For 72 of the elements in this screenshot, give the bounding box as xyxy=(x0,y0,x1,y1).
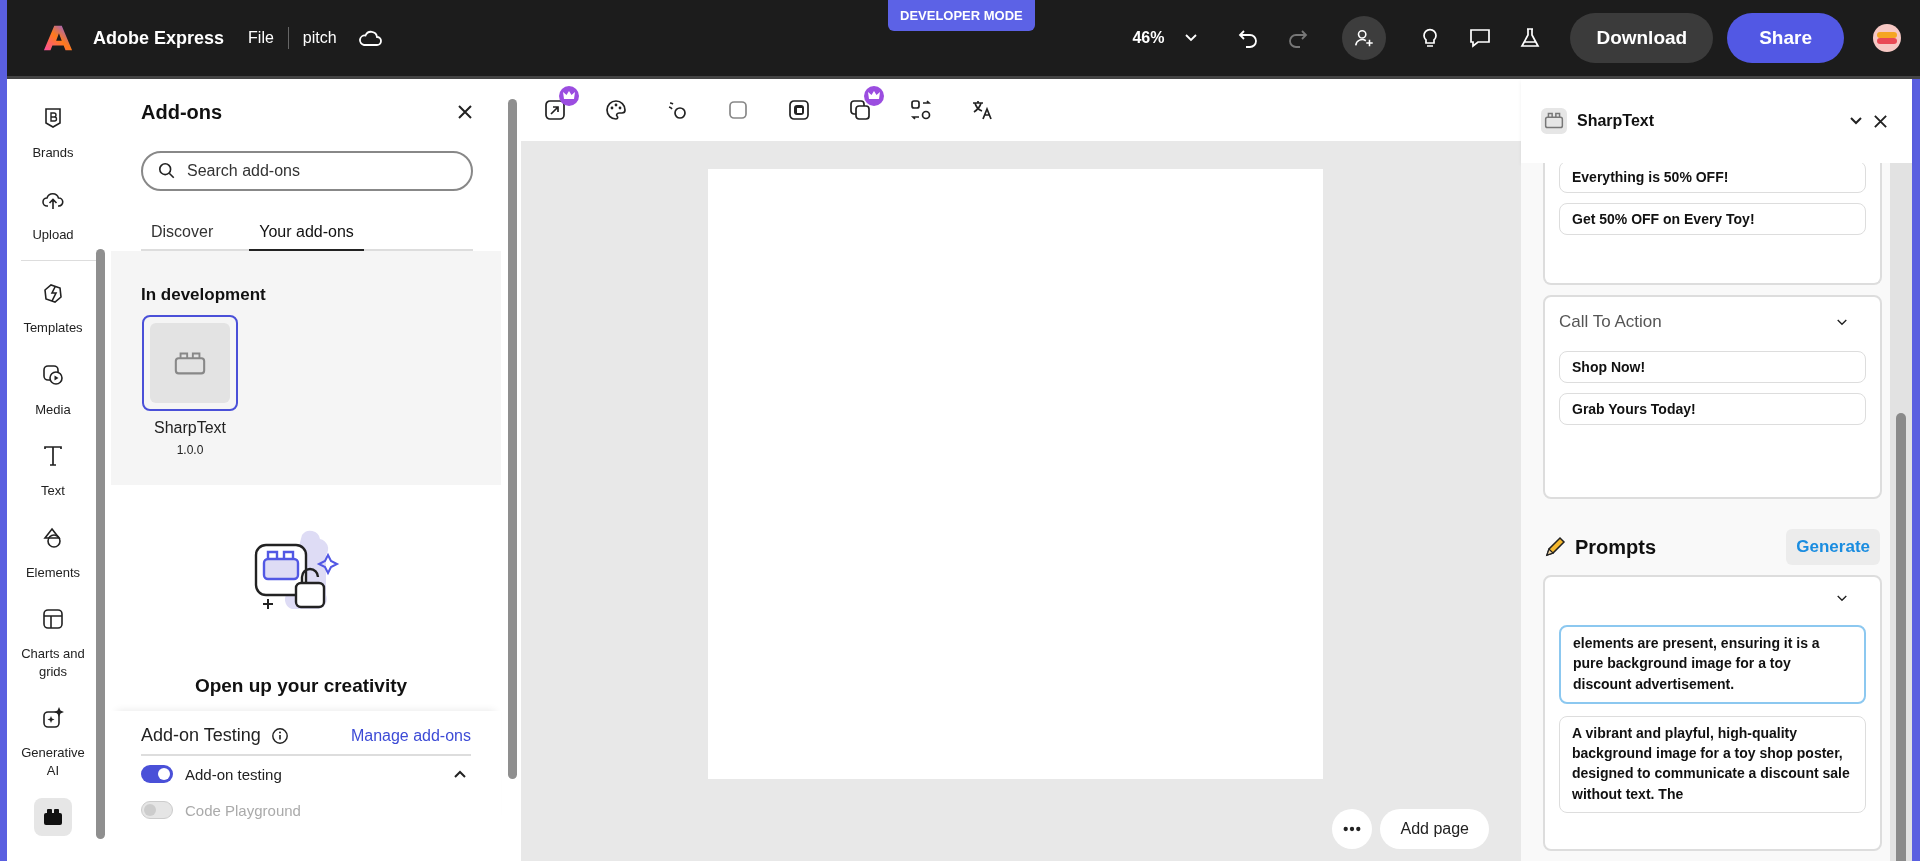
rail-item[interactable]: Templates xyxy=(13,274,93,337)
add-page-button[interactable]: Add page xyxy=(1380,809,1489,849)
palette-icon[interactable] xyxy=(604,98,628,122)
file-menu[interactable]: File xyxy=(248,29,274,47)
suggestion-option[interactable]: Get 50% OFF on Every Toy! xyxy=(1559,203,1866,235)
translate-icon[interactable] xyxy=(970,98,994,122)
add-person-icon xyxy=(1353,27,1376,49)
chevron-up-icon[interactable] xyxy=(453,769,467,779)
section-heading: In development xyxy=(141,285,267,305)
promo-heading: Open up your creativity xyxy=(194,675,408,697)
toggle-switch[interactable] xyxy=(141,765,173,783)
close-icon[interactable] xyxy=(457,104,473,120)
square-icon[interactable] xyxy=(726,98,750,122)
prompt-text-area[interactable]: A vibrant and playful, high-quality background image for a toy shop poster, designed to communicate a discount sale without text. The xyxy=(1559,715,1866,814)
crown-badge-icon xyxy=(559,86,579,106)
zoom-dropdown[interactable]: 46% xyxy=(1132,29,1165,47)
swap-icon[interactable] xyxy=(909,98,933,122)
addon-name: SharpText xyxy=(153,419,226,437)
suggestion-option[interactable]: Shop Now! xyxy=(1559,351,1866,383)
rail-item[interactable]: Elements xyxy=(13,518,93,582)
testing-heading: Add-on Testing xyxy=(141,725,261,746)
text-icon xyxy=(41,444,65,469)
comment-icon[interactable] xyxy=(1468,26,1493,50)
chevron-down-icon[interactable] xyxy=(1849,116,1863,126)
search-field[interactable]: Search add-ons xyxy=(141,151,473,191)
toggle-label: Add-on testing xyxy=(185,765,282,783)
toggle-label: Code Playground xyxy=(185,801,301,819)
sparkle-icon xyxy=(41,706,65,731)
app-name: Adobe Express xyxy=(93,27,225,49)
group-title: Call To Action xyxy=(1559,312,1662,332)
chevron-down-icon[interactable] xyxy=(1836,593,1848,603)
grid-layout-icon xyxy=(41,607,65,632)
addon-tile[interactable] xyxy=(142,315,238,411)
panel-title: Add-ons xyxy=(141,100,223,124)
invite-button[interactable] xyxy=(1342,16,1387,60)
cloud-icon[interactable] xyxy=(356,28,383,48)
rail-item[interactable]: Upload xyxy=(13,180,93,244)
document-name[interactable]: pitch xyxy=(302,29,337,47)
scrollbar[interactable] xyxy=(96,249,105,839)
rail-item[interactable]: Brands xyxy=(13,99,93,162)
mask-icon[interactable] xyxy=(787,98,811,122)
scrollbar[interactable] xyxy=(508,99,517,779)
addon-version: 1.0.0 xyxy=(176,443,204,457)
chevron-down-icon[interactable] xyxy=(1836,317,1848,327)
rail-item[interactable]: Text xyxy=(13,437,93,500)
search-icon xyxy=(158,162,176,180)
avatar-icon[interactable] xyxy=(1872,23,1902,53)
tab[interactable]: Discover xyxy=(141,217,224,251)
share-button[interactable]: Share xyxy=(1727,13,1844,63)
layers-icon[interactable] xyxy=(848,98,872,122)
resize-icon[interactable] xyxy=(543,98,567,122)
suggestion-option[interactable]: Grab Yours Today! xyxy=(1559,393,1866,425)
templates-icon xyxy=(41,281,65,306)
logo-icon xyxy=(43,23,73,53)
rail-item[interactable]: Generative AI xyxy=(13,699,93,780)
pencil-icon xyxy=(1543,535,1567,559)
prompts-heading: Prompts xyxy=(1575,535,1657,559)
rail-item[interactable]: Charts and grids xyxy=(13,600,93,681)
crown-badge-icon xyxy=(864,86,884,106)
addon-icon xyxy=(1541,108,1567,134)
scrollbar[interactable] xyxy=(1896,413,1906,861)
info-icon[interactable] xyxy=(270,726,289,745)
more-icon xyxy=(1343,826,1362,832)
addon-title: SharpText xyxy=(1577,112,1655,130)
close-icon[interactable] xyxy=(1873,113,1888,129)
media-icon xyxy=(41,362,65,387)
manage-addons-link[interactable]: Manage add-ons xyxy=(350,726,471,745)
developer-mode-badge: DEVELOPER MODE xyxy=(888,0,1035,31)
more-button[interactable] xyxy=(1332,809,1373,849)
download-button[interactable]: Download xyxy=(1570,13,1714,63)
prompt-text-area[interactable]: elements are present, ensuring it is a pure background image for a toy discount advertisement. xyxy=(1559,625,1866,704)
rail-item[interactable]: Media xyxy=(13,355,93,419)
